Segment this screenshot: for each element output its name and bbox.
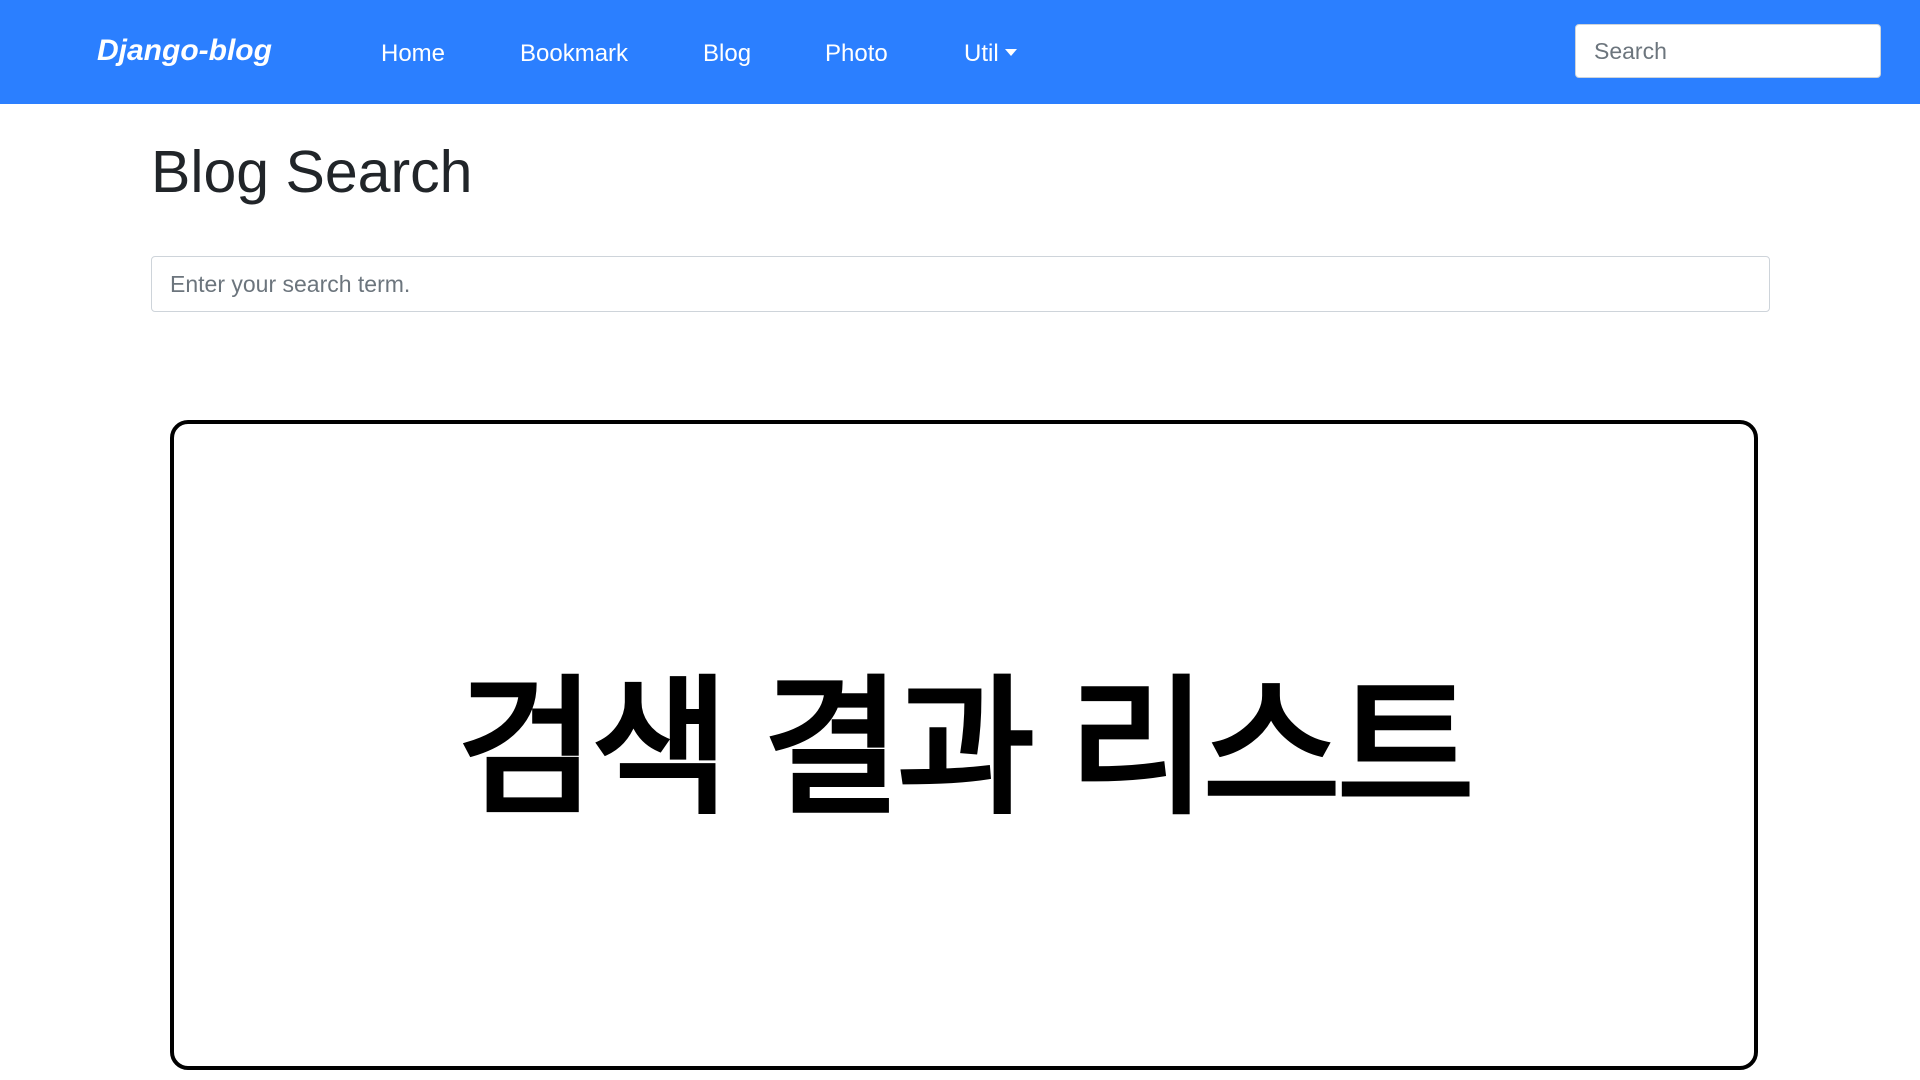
nav-util-label: Util (964, 40, 999, 67)
results-placeholder-text: 검색 결과 리스트 (457, 663, 1474, 832)
page-title: Blog Search (151, 139, 473, 205)
navbar-search-input[interactable] (1575, 24, 1881, 78)
nav-bookmark[interactable]: Bookmark (520, 40, 628, 68)
search-results-list: 검색 결과 리스트 (170, 420, 1758, 1070)
blog-search-input[interactable] (151, 256, 1770, 312)
nav-home[interactable]: Home (381, 40, 445, 68)
brand-link[interactable]: Django-blog (97, 34, 272, 68)
caret-down-icon (1004, 49, 1017, 56)
nav-photo[interactable]: Photo (825, 40, 888, 68)
nav-util-dropdown[interactable]: Util (964, 40, 1017, 68)
nav-blog[interactable]: Blog (703, 40, 751, 68)
navbar: Django-blog Home Bookmark Blog Photo Uti… (0, 0, 1920, 104)
